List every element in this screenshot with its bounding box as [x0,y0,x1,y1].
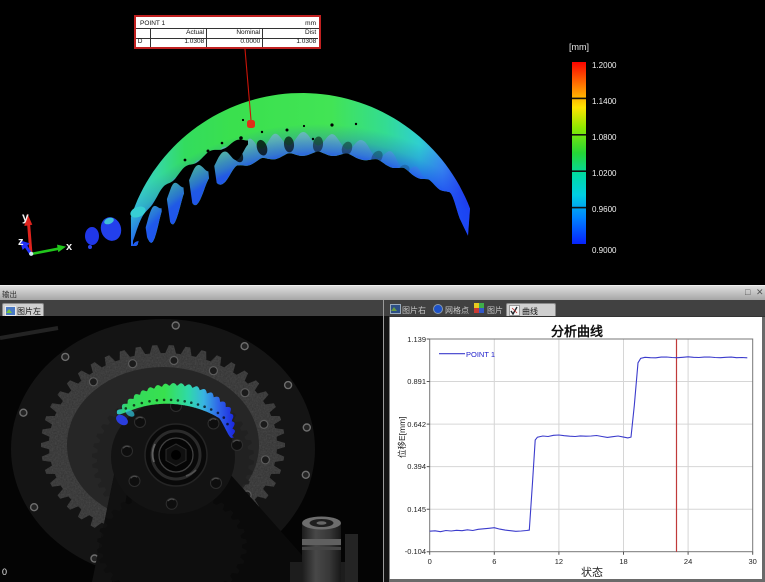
svg-text:1.1400: 1.1400 [592,97,617,106]
svg-text:1.0800: 1.0800 [592,133,617,142]
svg-text:[mm]: [mm] [569,42,589,52]
svg-text:0.9600: 0.9600 [592,205,617,214]
svg-text:1.2000: 1.2000 [592,61,617,70]
svg-text:y: y [22,210,29,224]
svg-text:0: 0 [2,567,7,577]
svg-text:x: x [66,241,73,253]
svg-text:1.0200: 1.0200 [592,169,617,178]
svg-text:0.9000: 0.9000 [592,246,617,255]
svg-text:z: z [18,236,24,248]
